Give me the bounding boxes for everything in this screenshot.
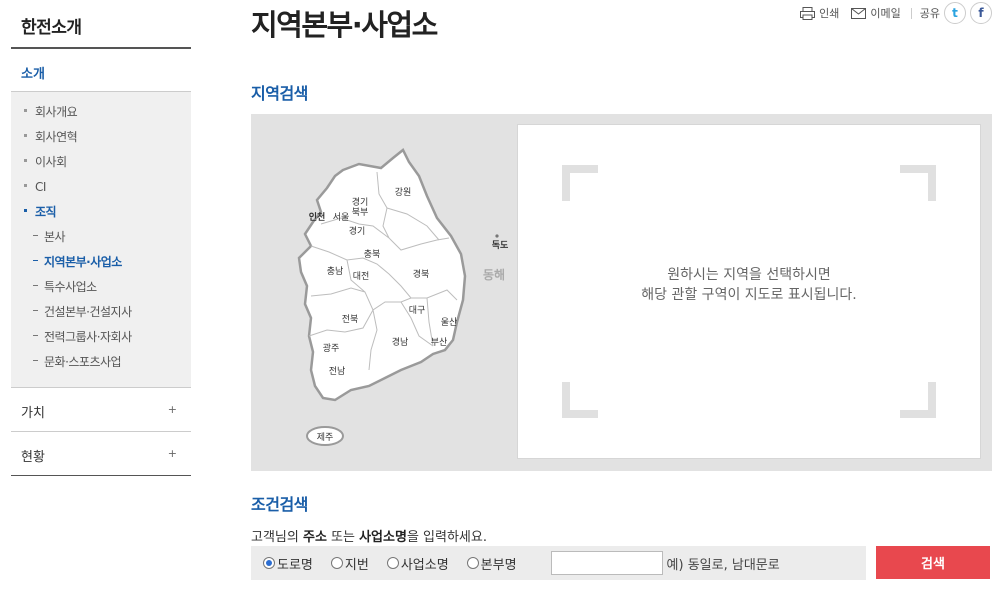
east-sea-label: 동해 bbox=[483, 268, 505, 282]
corner-mark bbox=[562, 382, 598, 418]
tools-divider bbox=[910, 7, 912, 19]
sidebar-submenu: 회사개요 회사연혁 이사회 CI 조직 본사 지역본부·사업소 특수사업소 건설… bbox=[11, 92, 191, 388]
radio-icon[interactable] bbox=[386, 557, 399, 569]
region-label-jeonbuk[interactable]: 전북 bbox=[342, 314, 359, 325]
email-button[interactable]: 이메일 bbox=[851, 5, 901, 21]
corner-mark bbox=[900, 382, 936, 418]
sidebar: 한전소개 소개 회사개요 회사연혁 이사회 CI 조직 본사 지역본부·사업소 … bbox=[11, 0, 191, 476]
dash-icon bbox=[33, 310, 38, 311]
plus-icon: + bbox=[167, 403, 177, 416]
condition-search-title: 조건검색 bbox=[251, 495, 308, 514]
bullet-icon bbox=[24, 184, 27, 187]
sidebar-subitem-headquarters[interactable]: 본사 bbox=[11, 225, 191, 250]
region-label-chungbuk[interactable]: 충북 bbox=[364, 249, 381, 260]
region-label-dokdo[interactable]: 독도 bbox=[492, 240, 509, 251]
map-panel: 강원 경기 북부 인천 서울 경기 충북 충남 대전 경북 대구 울산 전북 경… bbox=[251, 114, 992, 471]
region-label-gyeonggi-north-2[interactable]: 북부 bbox=[352, 207, 369, 218]
dash-icon bbox=[33, 360, 38, 361]
corner-mark bbox=[900, 165, 936, 201]
search-input[interactable] bbox=[550, 551, 663, 575]
sidebar-item-organization[interactable]: 조직 bbox=[11, 200, 191, 225]
radio-hq-name[interactable]: 본부명 bbox=[466, 554, 517, 573]
region-label-gyeonggi[interactable]: 경기 bbox=[349, 225, 366, 237]
printer-icon bbox=[800, 6, 816, 20]
region-search-title: 지역검색 bbox=[251, 84, 308, 103]
region-label-jeonnam[interactable]: 전남 bbox=[329, 366, 346, 377]
bullet-icon bbox=[24, 159, 27, 162]
bullet-icon bbox=[24, 209, 27, 212]
map-dokdo-dot[interactable] bbox=[495, 234, 499, 238]
sidebar-subitem-special-offices[interactable]: 특수사업소 bbox=[11, 275, 191, 300]
share-label: 공유 bbox=[919, 7, 940, 20]
sidebar-item-history[interactable]: 회사연혁 bbox=[11, 125, 191, 150]
region-label-gyeonggi-north[interactable]: 경기 bbox=[352, 196, 369, 208]
corner-mark bbox=[562, 165, 598, 201]
radio-icon[interactable] bbox=[330, 557, 343, 569]
map-outline[interactable] bbox=[297, 148, 467, 402]
sidebar-group-values[interactable]: 가치 + bbox=[11, 388, 191, 432]
region-label-ulsan[interactable]: 울산 bbox=[441, 317, 458, 328]
region-label-daegu[interactable]: 대구 bbox=[409, 305, 426, 316]
map-result-box: 원하시는 지역을 선택하시면 해당 관할 구역이 지도로 표시됩니다. bbox=[517, 124, 981, 459]
region-label-incheon[interactable]: 인천 bbox=[309, 212, 326, 223]
radio-road-name[interactable]: 도로명 bbox=[263, 554, 313, 573]
print-button[interactable]: 인쇄 bbox=[800, 5, 839, 21]
bullet-icon bbox=[24, 109, 27, 112]
radio-office-name[interactable]: 사업소명 bbox=[386, 554, 449, 573]
korea-map: 강원 경기 북부 인천 서울 경기 충북 충남 대전 경북 대구 울산 전북 경… bbox=[297, 148, 509, 446]
facebook-icon[interactable]: f bbox=[970, 2, 992, 24]
sidebar-subitem-construction[interactable]: 건설본부·건설지사 bbox=[11, 300, 191, 325]
envelope-icon bbox=[851, 7, 867, 19]
map-result-message: 원하시는 지역을 선택하시면 해당 관할 구역이 지도로 표시됩니다. bbox=[641, 267, 857, 303]
page-title: 지역본부·사업소 bbox=[251, 8, 438, 42]
region-label-gangwon[interactable]: 강원 bbox=[395, 187, 412, 198]
plus-icon: + bbox=[167, 447, 177, 460]
sidebar-item-board[interactable]: 이사회 bbox=[11, 150, 191, 175]
search-bar: 도로명 지번 사업소명 본부명 예) 동일로, 남대문로 bbox=[251, 546, 866, 580]
region-label-daejeon[interactable]: 대전 bbox=[353, 271, 370, 282]
region-label-seoul[interactable]: 서울 bbox=[333, 212, 350, 223]
sidebar-subitem-subsidiaries[interactable]: 전력그룹사·자회사 bbox=[11, 325, 191, 350]
dash-icon bbox=[33, 260, 38, 261]
sidebar-item-ci[interactable]: CI bbox=[11, 175, 191, 200]
dash-icon bbox=[33, 285, 38, 286]
region-label-chungnam[interactable]: 충남 bbox=[327, 266, 344, 277]
region-label-gyeongnam[interactable]: 경남 bbox=[392, 336, 409, 348]
dash-icon bbox=[33, 335, 38, 336]
region-label-gwangju[interactable]: 광주 bbox=[323, 342, 340, 354]
search-example: 예) 동일로, 남대문로 bbox=[666, 557, 780, 573]
sidebar-title: 한전소개 bbox=[11, 0, 191, 49]
sidebar-section-intro[interactable]: 소개 bbox=[11, 49, 191, 92]
bullet-icon bbox=[24, 134, 27, 137]
radio-icon[interactable] bbox=[466, 557, 479, 569]
sidebar-subitem-regional-offices[interactable]: 지역본부·사업소 bbox=[11, 250, 191, 275]
dash-icon bbox=[33, 235, 38, 236]
region-label-jeju[interactable]: 제주 bbox=[317, 432, 334, 443]
search-button[interactable]: 검색 bbox=[876, 546, 990, 579]
region-label-busan[interactable]: 부산 bbox=[431, 337, 448, 348]
search-instruction: 고객님의 주소 또는 사업소명을 입력하세요. bbox=[251, 530, 487, 545]
radio-lot-number[interactable]: 지번 bbox=[330, 554, 369, 573]
radio-checked-icon[interactable] bbox=[263, 557, 275, 569]
sidebar-item-company-overview[interactable]: 회사개요 bbox=[11, 100, 191, 125]
sidebar-subitem-culture-sports[interactable]: 문화·스포츠사업 bbox=[11, 350, 191, 375]
page-tools: 인쇄 이메일 공유 t f bbox=[788, 2, 992, 24]
twitter-icon[interactable]: t bbox=[944, 2, 966, 24]
region-label-gyeongbuk[interactable]: 경북 bbox=[413, 268, 430, 280]
sidebar-group-status[interactable]: 현황 + bbox=[11, 432, 191, 476]
